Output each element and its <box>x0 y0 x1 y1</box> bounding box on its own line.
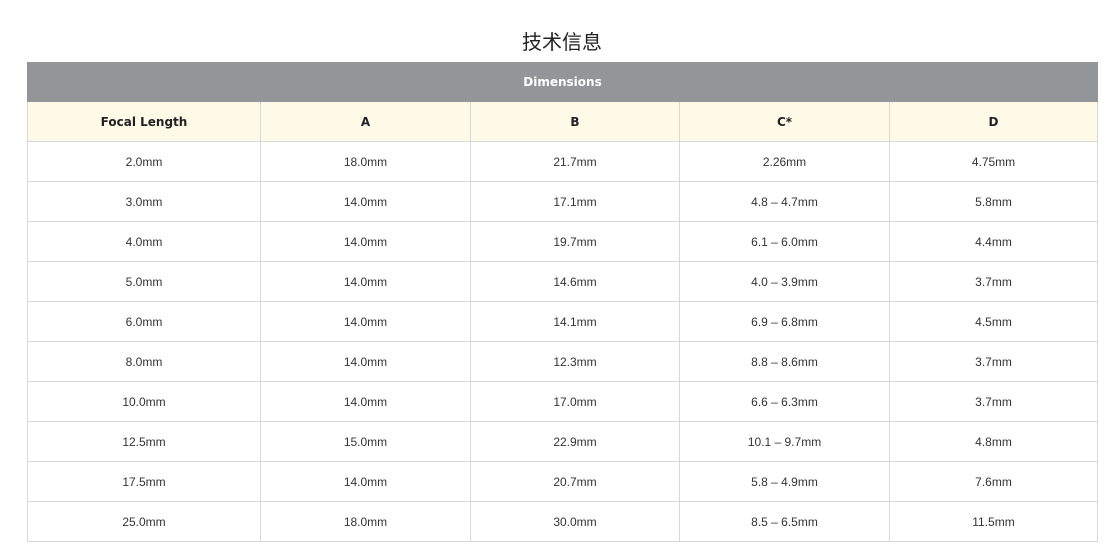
table-cell: 10.0mm <box>27 381 261 422</box>
table-cell: 25.0mm <box>27 501 261 542</box>
table-cell: 3.7mm <box>889 261 1098 302</box>
table-cell: 21.7mm <box>470 141 680 182</box>
table-banner-row: Dimensions <box>27 62 1098 102</box>
table-banner: Dimensions <box>27 62 1098 102</box>
table-cell: 14.6mm <box>470 261 680 302</box>
table-cell: 12.5mm <box>27 421 261 462</box>
table-cell: 4.5mm <box>889 301 1098 342</box>
table-cell: 18.0mm <box>260 501 471 542</box>
dimensions-table: Dimensions Focal Length A B C* D 2.0mm 1… <box>27 62 1098 542</box>
table-cell: 3.0mm <box>27 181 261 222</box>
table-cell: 4.75mm <box>889 141 1098 182</box>
table-cell: 14.1mm <box>470 301 680 342</box>
table-cell: 14.0mm <box>260 341 471 382</box>
table-cell: 6.6 – 6.3mm <box>679 381 890 422</box>
column-header-c: C* <box>679 101 890 142</box>
table-cell: 14.0mm <box>260 221 471 262</box>
table-cell: 14.0mm <box>260 301 471 342</box>
table-cell: 10.1 – 9.7mm <box>679 421 890 462</box>
table-row: 3.0mm 14.0mm 17.1mm 4.8 – 4.7mm 5.8mm <box>27 181 1098 222</box>
table-cell: 5.0mm <box>27 261 261 302</box>
table-cell: 17.1mm <box>470 181 680 222</box>
table-cell: 8.0mm <box>27 341 261 382</box>
column-header-d: D <box>889 101 1098 142</box>
table-row: 5.0mm 14.0mm 14.6mm 4.0 – 3.9mm 3.7mm <box>27 261 1098 302</box>
table-cell: 8.8 – 8.6mm <box>679 341 890 382</box>
table-cell: 17.0mm <box>470 381 680 422</box>
column-header-b: B <box>470 101 680 142</box>
table-cell: 3.7mm <box>889 381 1098 422</box>
table-cell: 19.7mm <box>470 221 680 262</box>
table-cell: 8.5 – 6.5mm <box>679 501 890 542</box>
table-cell: 6.1 – 6.0mm <box>679 221 890 262</box>
table-cell: 5.8mm <box>889 181 1098 222</box>
table-cell: 14.0mm <box>260 261 471 302</box>
table-cell: 14.0mm <box>260 461 471 502</box>
table-cell: 2.26mm <box>679 141 890 182</box>
table-row: 6.0mm 14.0mm 14.1mm 6.9 – 6.8mm 4.5mm <box>27 301 1098 342</box>
table-cell: 11.5mm <box>889 501 1098 542</box>
table-cell: 5.8 – 4.9mm <box>679 461 890 502</box>
table-cell: 20.7mm <box>470 461 680 502</box>
table-cell: 14.0mm <box>260 181 471 222</box>
table-cell: 4.0 – 3.9mm <box>679 261 890 302</box>
table-row: 25.0mm 18.0mm 30.0mm 8.5 – 6.5mm 11.5mm <box>27 501 1098 542</box>
table-cell: 30.0mm <box>470 501 680 542</box>
table-cell: 6.0mm <box>27 301 261 342</box>
table-row: 10.0mm 14.0mm 17.0mm 6.6 – 6.3mm 3.7mm <box>27 381 1098 422</box>
table-cell: 18.0mm <box>260 141 471 182</box>
table-cell: 14.0mm <box>260 381 471 422</box>
table-row: 8.0mm 14.0mm 12.3mm 8.8 – 8.6mm 3.7mm <box>27 341 1098 382</box>
table-cell: 4.8 – 4.7mm <box>679 181 890 222</box>
table-row: 17.5mm 14.0mm 20.7mm 5.8 – 4.9mm 7.6mm <box>27 461 1098 502</box>
table-row: 12.5mm 15.0mm 22.9mm 10.1 – 9.7mm 4.8mm <box>27 421 1098 462</box>
column-header-a: A <box>260 101 471 142</box>
table-cell: 4.8mm <box>889 421 1098 462</box>
table-cell: 15.0mm <box>260 421 471 462</box>
table-cell: 4.0mm <box>27 221 261 262</box>
table-cell: 6.9 – 6.8mm <box>679 301 890 342</box>
table-cell: 12.3mm <box>470 341 680 382</box>
page-title: 技术信息 <box>522 30 602 54</box>
table-cell: 3.7mm <box>889 341 1098 382</box>
table-cell: 4.4mm <box>889 221 1098 262</box>
table-header-row: Focal Length A B C* D <box>27 101 1098 142</box>
table-cell: 2.0mm <box>27 141 261 182</box>
table-cell: 7.6mm <box>889 461 1098 502</box>
table-row: 2.0mm 18.0mm 21.7mm 2.26mm 4.75mm <box>27 141 1098 182</box>
table-cell: 22.9mm <box>470 421 680 462</box>
table-row: 4.0mm 14.0mm 19.7mm 6.1 – 6.0mm 4.4mm <box>27 221 1098 262</box>
column-header-focal-length: Focal Length <box>27 101 261 142</box>
table-cell: 17.5mm <box>27 461 261 502</box>
